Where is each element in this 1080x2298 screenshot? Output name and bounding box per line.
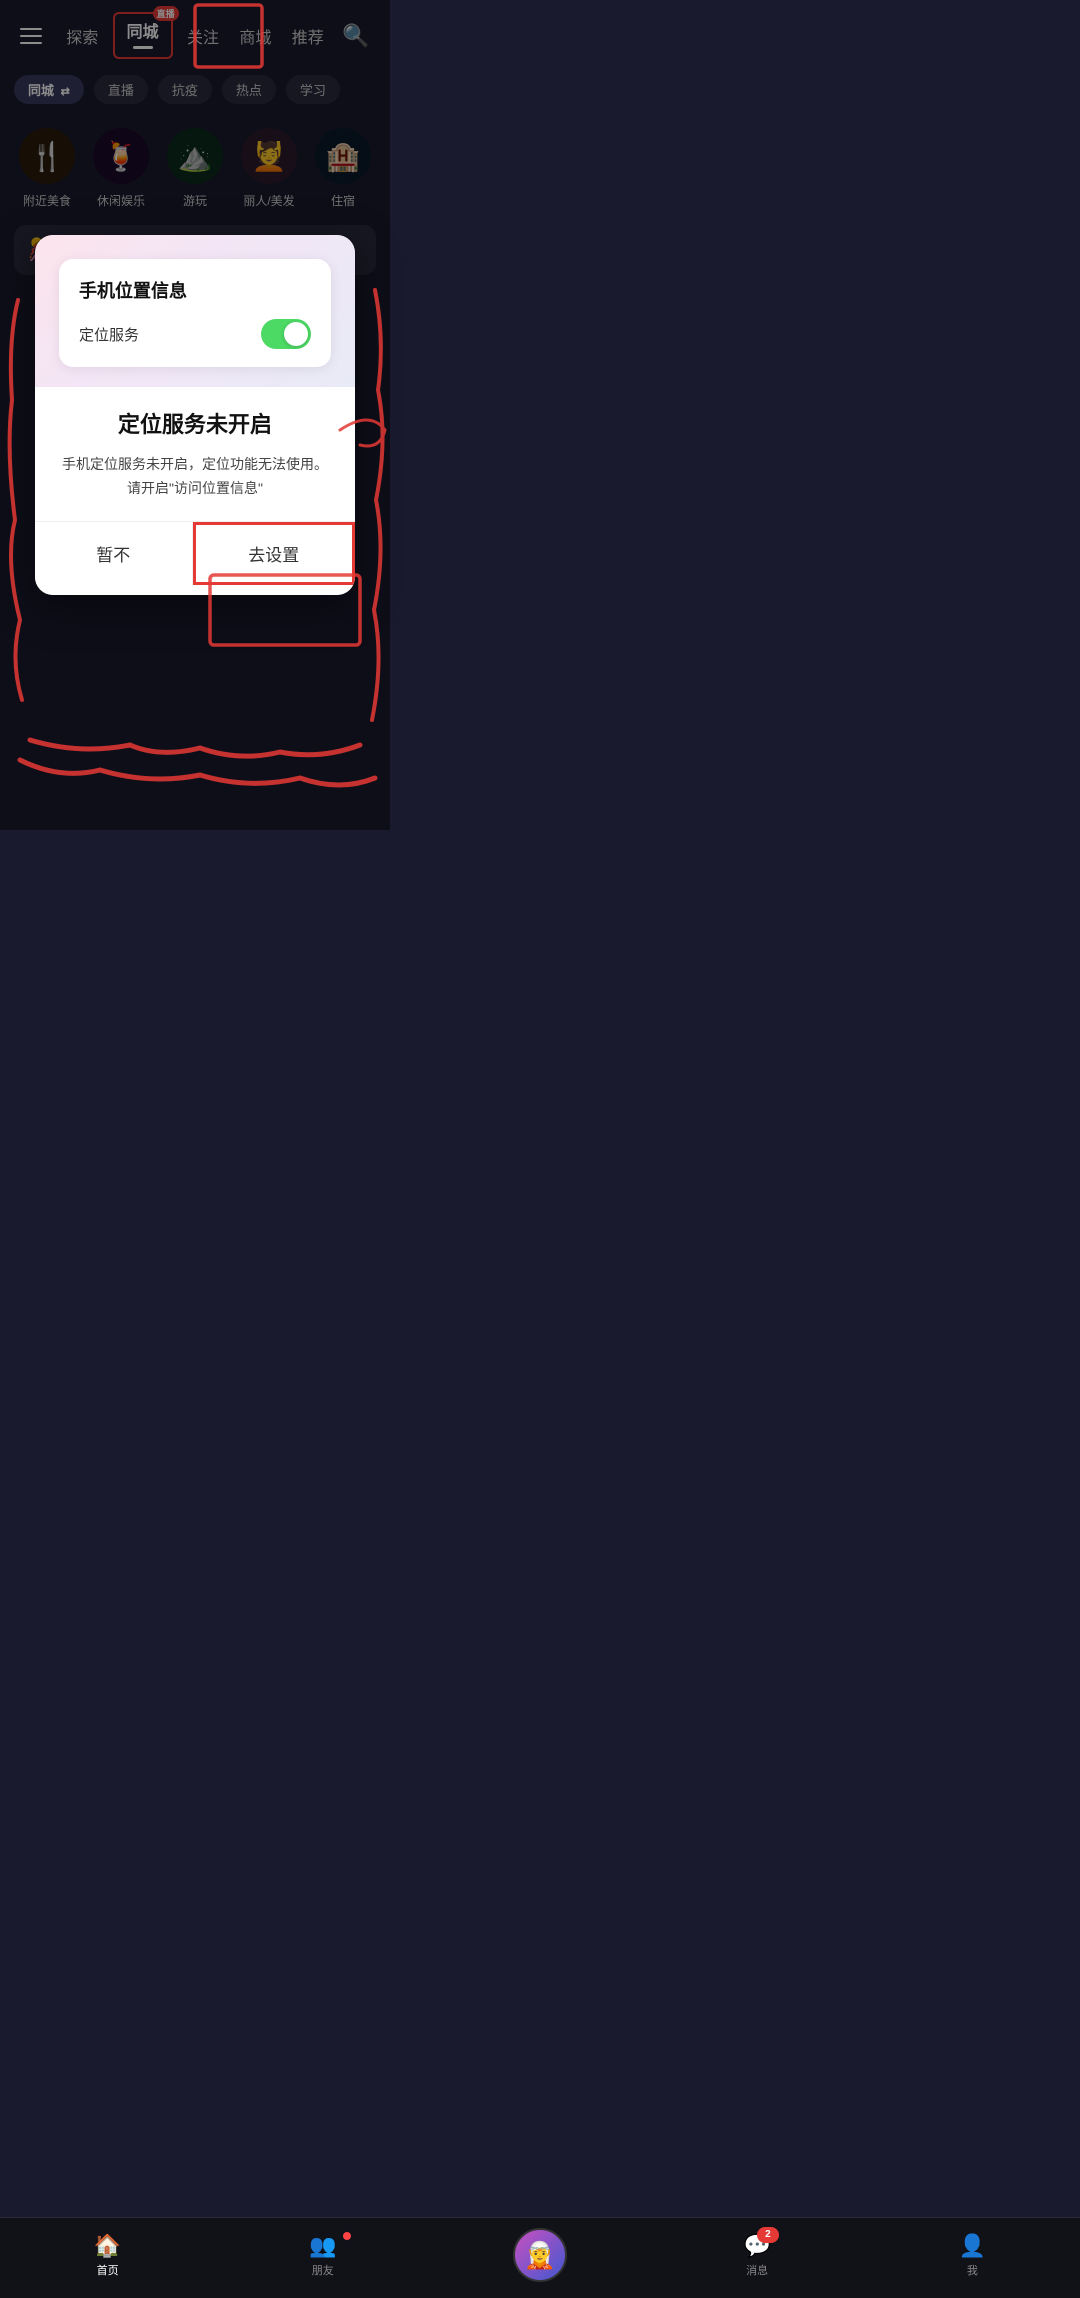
bottom-nav-friends[interactable]: 👥 朋友 <box>298 2233 348 2278</box>
profile-label: 我 <box>967 2262 978 2278</box>
friends-icon: 👥 <box>309 2233 336 2259</box>
home-icon: 🏠 <box>94 2233 121 2259</box>
bottom-nav-center[interactable]: 🧝 <box>513 2228 567 2282</box>
messages-label: 消息 <box>746 2262 768 2278</box>
bottom-nav-messages[interactable]: 💬 消息 <box>732 2233 782 2278</box>
settings-title: 手机位置信息 <box>79 277 311 303</box>
location-service-label: 定位服务 <box>79 324 139 345</box>
location-service-row: 定位服务 <box>79 319 311 349</box>
location-settings-card: 手机位置信息 定位服务 <box>59 259 331 367</box>
cancel-button[interactable]: 暂不 <box>35 522 192 585</box>
go-settings-button[interactable]: 去设置 <box>193 522 356 585</box>
location-toggle[interactable] <box>261 319 311 349</box>
modal-top-section: 手机位置信息 定位服务 <box>35 235 355 387</box>
alert-title: 定位服务未开启 <box>59 407 331 439</box>
bottom-nav-home[interactable]: 🏠 首页 <box>83 2233 133 2278</box>
alert-body: 手机定位服务未开启，定位功能无法使用。请开启"访问位置信息" <box>59 453 331 501</box>
location-permission-modal: 手机位置信息 定位服务 定位服务未开启 手机定位服务未开启，定位功能无法使用。请… <box>35 235 355 595</box>
message-icon: 💬 <box>743 2233 770 2259</box>
modal-actions: 暂不 去设置 <box>35 522 355 585</box>
bottom-navigation: 🏠 首页 👥 朋友 🧝 💬 消息 👤 我 <box>0 2217 1080 2298</box>
bottom-nav-profile[interactable]: 👤 我 <box>947 2233 997 2278</box>
profile-icon: 👤 <box>959 2233 986 2259</box>
modal-overlay: 手机位置信息 定位服务 定位服务未开启 手机定位服务未开启，定位功能无法使用。请… <box>0 0 390 830</box>
friends-label: 朋友 <box>312 2262 334 2278</box>
modal-bottom-section: 定位服务未开启 手机定位服务未开启，定位功能无法使用。请开启"访问位置信息" 暂… <box>35 387 355 595</box>
center-avatar: 🧝 <box>513 2228 567 2282</box>
home-label: 首页 <box>97 2262 119 2278</box>
